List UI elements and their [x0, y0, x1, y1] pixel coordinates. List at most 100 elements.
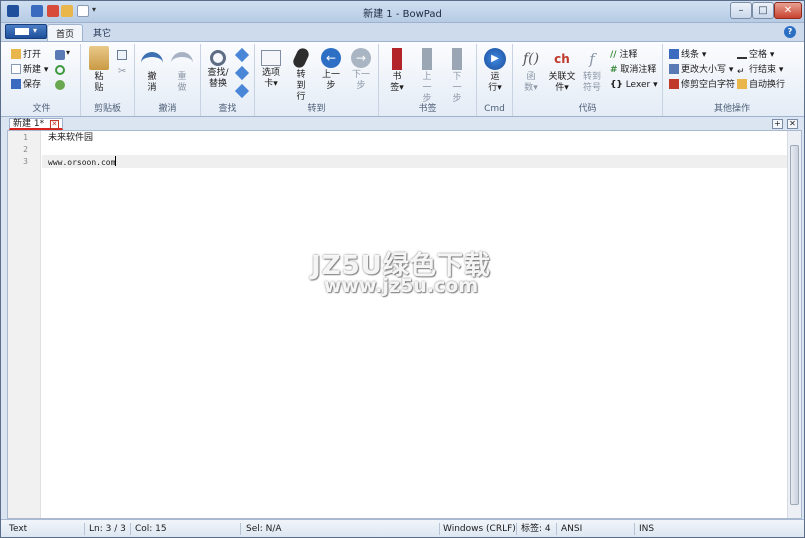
- goto-prev-button[interactable]: ← 上一步: [317, 48, 345, 92]
- goto-line-icon: [291, 46, 311, 70]
- bookmark-prev-icon: [422, 48, 432, 70]
- group-label-other: 其他操作: [713, 104, 750, 114]
- goto-line-button[interactable]: 转到行: [287, 46, 315, 103]
- change-case-button[interactable]: 更改大小写 ▾: [669, 63, 733, 77]
- group-bookmarks: 书签▾ 上一步 下一步 书签: [379, 44, 477, 116]
- auto-wrap-button[interactable]: 自动换行: [737, 78, 785, 92]
- text-caret: [115, 156, 117, 166]
- status-insert-mode[interactable]: INS: [637, 523, 667, 535]
- folder-icon: [11, 49, 21, 59]
- bookmark-prev-button[interactable]: 上一步: [413, 48, 441, 105]
- status-lexer[interactable]: Text: [7, 523, 85, 535]
- find-replace-button[interactable]: 查找/替换: [203, 48, 233, 90]
- wrap-icon: [737, 79, 747, 89]
- new-file-icon: [11, 64, 21, 74]
- document-tab[interactable]: 新建 1* ✕: [9, 118, 63, 130]
- window-title: 新建 1 - BowPad: [363, 9, 442, 20]
- related-files-button[interactable]: ch 关联文件▾: [547, 48, 577, 94]
- group-label-find: 查找: [218, 104, 237, 114]
- find-prev-icon[interactable]: [234, 65, 250, 81]
- floppy-icon: [11, 79, 21, 89]
- uncomment-button[interactable]: # 取消注释: [610, 63, 656, 77]
- cut-icon[interactable]: ✂: [118, 66, 126, 77]
- file-info-icon[interactable]: [55, 80, 65, 90]
- save-button[interactable]: 保存: [11, 78, 41, 92]
- related-files-icon: ch: [554, 52, 570, 66]
- modified-indicator: *: [39, 119, 45, 129]
- tabs-button[interactable]: 选项卡▾: [257, 50, 285, 90]
- undo-icon: [141, 52, 163, 70]
- group-label-clipboard: 剪贴板: [93, 104, 121, 114]
- status-encoding[interactable]: ANSI: [559, 523, 635, 535]
- redo-button[interactable]: 重做: [169, 52, 195, 94]
- paste-button[interactable]: 粘贴: [85, 46, 113, 94]
- arrow-left-icon: ←: [321, 48, 341, 68]
- trim-whitespace-button[interactable]: 修剪空白字符: [669, 78, 735, 92]
- status-bar: Text Ln: 3 / 3 Col: 15 Sel: N/A Windows …: [1, 519, 804, 537]
- copy-icon[interactable]: [117, 50, 127, 60]
- arrow-right-icon: →: [351, 48, 371, 68]
- recent-files-icon[interactable]: [55, 50, 65, 60]
- find-select-icon[interactable]: [234, 83, 250, 99]
- editor[interactable]: 1 2 3 未来软件园 www.orsoon.com: [7, 130, 802, 519]
- help-icon[interactable]: ?: [784, 26, 796, 38]
- group-file: 打开 新建 ▾ 保存 ▾ 文件: [3, 44, 81, 116]
- group-other: 线条 ▾ 更改大小写 ▾ 修剪空白字符 空格 ▾ ↵ 行结束 ▾ 自动换行 其他操…: [663, 44, 801, 116]
- application-menu-button[interactable]: ▾: [5, 24, 47, 39]
- text-area[interactable]: 未来软件园 www.orsoon.com: [42, 131, 787, 518]
- status-tab-size[interactable]: 标签: 4: [519, 523, 557, 535]
- new-tab-icon[interactable]: +: [772, 119, 783, 129]
- vertical-scrollbar[interactable]: [787, 131, 801, 518]
- status-selection: Sel: N/A: [244, 523, 440, 535]
- lexer-button[interactable]: {} Lexer ▾: [610, 78, 658, 92]
- comment-button[interactable]: // 注释: [610, 48, 637, 62]
- tabs-icon: [261, 50, 281, 66]
- goto-next-button[interactable]: → 下一步: [347, 48, 375, 92]
- group-label-file: 文件: [32, 104, 51, 114]
- text-line[interactable]: 未来软件园: [48, 132, 93, 144]
- run-button[interactable]: ▶ 运行▾: [480, 48, 510, 94]
- minimize-button[interactable]: –: [730, 2, 752, 19]
- close-all-icon[interactable]: ✕: [787, 119, 798, 129]
- tab-other[interactable]: 其它: [85, 24, 119, 41]
- undo-button[interactable]: 撤消: [139, 52, 165, 94]
- reload-icon[interactable]: [55, 65, 65, 75]
- comment-icon: //: [610, 50, 617, 60]
- function-button[interactable]: f() 函数▾: [517, 48, 545, 94]
- line-number: 2: [23, 145, 28, 154]
- status-line-ending[interactable]: Windows (CRLF): [441, 523, 517, 535]
- line-ending-button[interactable]: ↵ 行结束 ▾: [737, 63, 783, 77]
- group-goto: 选项卡▾ 转到行 ← 上一步 → 下一步 转到: [255, 44, 379, 116]
- group-label-undo: 撤消: [158, 104, 177, 114]
- lines-icon: [669, 49, 679, 59]
- lines-button[interactable]: 线条 ▾: [669, 48, 706, 62]
- tab-home[interactable]: 首页: [47, 24, 84, 41]
- lexer-icon: {}: [610, 80, 623, 90]
- magnifier-icon: [210, 50, 226, 66]
- chevron-down-icon[interactable]: ▾: [66, 48, 70, 57]
- spaces-button[interactable]: 空格 ▾: [737, 48, 774, 62]
- bookmark-next-icon: [452, 48, 462, 70]
- line-number: 3: [23, 157, 28, 166]
- new-button[interactable]: 新建 ▾: [11, 63, 48, 77]
- group-label-bookmarks: 书签: [418, 104, 437, 114]
- close-button[interactable]: ✕: [774, 2, 802, 19]
- spaces-icon: [737, 49, 747, 59]
- open-button[interactable]: 打开: [11, 48, 41, 62]
- bookmark-next-button[interactable]: 下一步: [443, 48, 471, 105]
- line-ending-icon: ↵: [737, 67, 745, 77]
- text-line[interactable]: www.orsoon.com: [48, 156, 117, 168]
- function-icon: f(): [522, 51, 540, 67]
- group-code: f() 函数▾ ch 关联文件▾ f 转到符号 // 注释 # 取消注释 {} …: [513, 44, 663, 116]
- maximize-button[interactable]: □: [752, 2, 774, 19]
- trim-icon: [669, 79, 679, 89]
- find-next-icon[interactable]: [234, 47, 250, 63]
- close-tab-icon[interactable]: ✕: [49, 120, 59, 129]
- clipboard-icon: [89, 46, 109, 70]
- ribbon: 打开 新建 ▾ 保存 ▾ 文件 粘贴 ✂ 剪贴板 撤消 重做 撤消 查找/替换 …: [1, 41, 804, 117]
- bookmark-button[interactable]: 书签▾: [383, 48, 411, 94]
- scrollbar-thumb[interactable]: [790, 145, 799, 505]
- line-number-gutter: 1 2 3: [8, 131, 41, 518]
- symbol-icon: f: [589, 50, 595, 68]
- goto-symbol-button[interactable]: f 转到符号: [579, 48, 605, 94]
